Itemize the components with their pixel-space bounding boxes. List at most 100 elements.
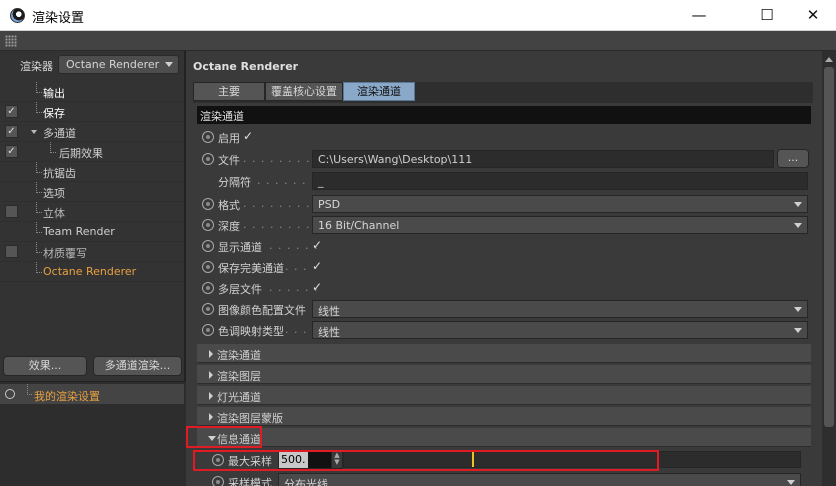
right-panel: Octane Renderer 主要 覆盖核心设置 渲染通道 渲染通道 启用 ✓… [186, 51, 822, 486]
tree-item-output[interactable]: 输出 [0, 82, 184, 102]
sampling-mode-select[interactable]: 分布光线 [278, 473, 801, 486]
expand-triangle-icon [209, 413, 213, 421]
chevron-down-icon [787, 480, 795, 485]
file-path-input[interactable]: C:\Users\Wang\Desktop\111 [312, 150, 774, 168]
animate-radio[interactable] [202, 153, 214, 165]
tab-bar: 主要 覆盖核心设置 渲染通道 [193, 82, 813, 103]
tree-item-post-effects[interactable]: ✓ 后期效果 [0, 142, 184, 162]
left-panel: 渲染器 Octane Renderer 输出 ✓ 保存 ✓ 多通道 ✓ 后期效果… [0, 51, 186, 486]
group-render-layer-mask[interactable]: 渲染图层蒙版 [197, 407, 811, 426]
group-label: 渲染图层 [217, 370, 261, 383]
color-profile-label: 图像颜色配置文件 [218, 304, 306, 317]
tree-item-options[interactable]: 选项 [0, 182, 184, 202]
label-dots: . . . [285, 260, 308, 273]
tree-item-material-override[interactable]: 材质覆写 [0, 242, 184, 262]
animate-radio[interactable] [202, 324, 214, 336]
format-select[interactable]: PSD [312, 195, 808, 213]
separator-row: 分隔符 . . . . . . . . _ [197, 171, 811, 191]
chevron-down-icon [794, 307, 802, 312]
animate-radio[interactable] [202, 282, 214, 294]
animate-radio[interactable] [202, 198, 214, 210]
group-info-passes[interactable]: 信息通道 [197, 428, 811, 447]
expand-triangle-icon[interactable] [31, 130, 37, 134]
minimize-button[interactable]: — [676, 0, 722, 31]
chevron-down-icon [165, 62, 173, 67]
tree-branch-line [36, 182, 42, 193]
multipass-render-button[interactable]: 多通道渲染... [93, 356, 182, 376]
tree-item-label: 选项 [43, 187, 65, 200]
tree-item-save[interactable]: ✓ 保存 [0, 102, 184, 122]
group-render-layers[interactable]: 渲染图层 [197, 365, 811, 384]
tonemap-select[interactable]: 线性 [312, 321, 808, 339]
settings-tree: 输出 ✓ 保存 ✓ 多通道 ✓ 后期效果 抗锯齿 选项 立体 Team Rend… [0, 82, 184, 282]
animate-radio[interactable] [202, 131, 214, 143]
tree-branch-line [50, 142, 56, 153]
renderer-select-value: Octane Renderer [66, 58, 160, 71]
depth-row: 深度 . . . . . . . . . . . 16 Bit/Channel [197, 215, 811, 235]
enable-row: 启用 ✓ [197, 127, 811, 147]
browse-button[interactable]: ... [777, 149, 809, 168]
group-label: 灯光通道 [217, 391, 261, 404]
tree-item-antialiasing[interactable]: 抗锯齿 [0, 162, 184, 182]
show-passes-label: 显示通道 [218, 241, 262, 254]
depth-select[interactable]: 16 Bit/Channel [312, 216, 808, 234]
checkbox[interactable]: ✓ [5, 145, 18, 158]
scroll-up-arrow-icon[interactable] [825, 57, 833, 62]
renderer-select[interactable]: Octane Renderer [58, 55, 179, 74]
animate-radio[interactable] [202, 240, 214, 252]
cinema4d-app-icon [10, 8, 25, 23]
group-render-passes[interactable]: 渲染通道 [197, 344, 811, 363]
multilayer-checkbox[interactable]: ✓ [312, 281, 325, 294]
highlight-box-info-passes [186, 426, 262, 448]
color-profile-row: 图像颜色配置文件 线性 [197, 299, 811, 319]
tree-branch-line [36, 102, 42, 113]
color-profile-select[interactable]: 线性 [312, 300, 808, 318]
tab-main[interactable]: 主要 [193, 82, 265, 101]
tab-override-core[interactable]: 覆盖核心设置 [265, 82, 343, 101]
group-light-passes[interactable]: 灯光通道 [197, 386, 811, 405]
maximize-button[interactable]: ☐ [744, 0, 790, 31]
save-beauty-label: 保存完美通道 [218, 262, 284, 275]
tonemap-row: 色调映射类型 . . . 线性 [197, 320, 811, 340]
multilayer-label: 多层文件 [218, 283, 262, 296]
title-bar: 渲染设置 — ☐ ✕ [0, 0, 836, 31]
effects-button[interactable]: 效果... [3, 356, 87, 376]
tree-item-team-render[interactable]: Team Render [0, 222, 184, 242]
tree-item-octane-renderer[interactable]: Octane Renderer [0, 262, 184, 282]
save-beauty-checkbox[interactable]: ✓ [312, 260, 325, 273]
scrollbar-thumb[interactable] [824, 67, 834, 427]
checkbox[interactable]: ✓ [5, 125, 18, 138]
show-passes-checkbox[interactable]: ✓ [312, 239, 325, 252]
render-settings-item[interactable]: 我的渲染设置 [0, 384, 184, 404]
expand-triangle-icon [209, 350, 213, 358]
tree-item-label: 保存 [43, 107, 65, 120]
checkbox[interactable]: ✓ [5, 105, 18, 118]
close-button[interactable]: ✕ [790, 0, 836, 31]
tab-render-passes[interactable]: 渲染通道 [343, 82, 415, 101]
renderer-row: 渲染器 Octane Renderer [0, 54, 186, 76]
tree-item-stereo[interactable]: 立体 [0, 202, 184, 222]
vertical-scrollbar[interactable] [822, 51, 836, 486]
animate-radio[interactable] [202, 303, 214, 315]
tree-item-label: 立体 [43, 207, 65, 220]
renderer-label: 渲染器 [20, 60, 53, 73]
checkbox[interactable] [5, 245, 18, 258]
tree-item-multipass[interactable]: ✓ 多通道 [0, 122, 184, 142]
drag-grip-icon[interactable] [5, 35, 17, 47]
depth-select-value: 16 Bit/Channel [318, 219, 400, 232]
animate-radio[interactable] [202, 219, 214, 231]
tree-item-label: 多通道 [43, 127, 76, 140]
checkbox[interactable] [5, 205, 18, 218]
enable-checkbox[interactable]: ✓ [243, 130, 256, 143]
separator-input[interactable]: _ [312, 172, 808, 190]
group-label: 渲染通道 [217, 349, 261, 362]
animate-radio[interactable] [202, 261, 214, 273]
render-settings-item-label: 我的渲染设置 [34, 390, 100, 403]
highlight-box-max-samples [193, 450, 659, 471]
tree-item-label: Team Render [43, 225, 115, 238]
tree-branch-line [36, 222, 42, 233]
tonemap-label: 色调映射类型 [218, 325, 284, 338]
tree-branch-line [36, 202, 42, 213]
animate-radio[interactable] [212, 476, 224, 486]
render-settings-list: 我的渲染设置 [0, 381, 186, 486]
